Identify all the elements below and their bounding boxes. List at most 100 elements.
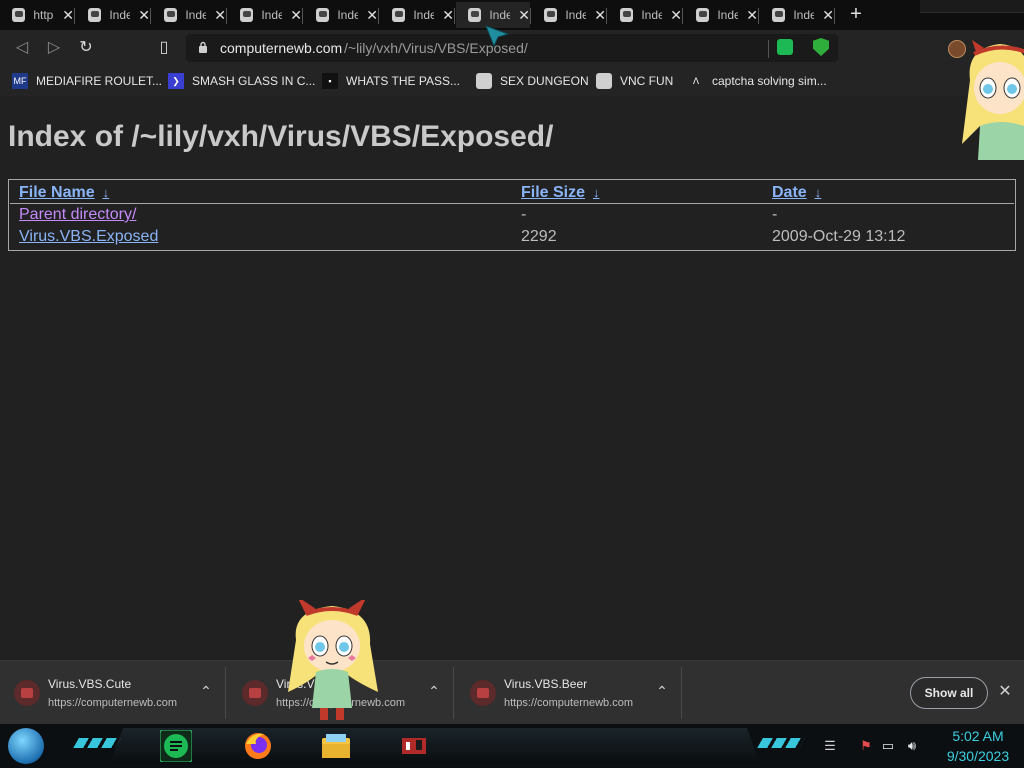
- close-icon[interactable]: ✕: [62, 7, 74, 24]
- tab-title: Inde: [793, 8, 815, 22]
- browser-tab[interactable]: Inde ✕: [76, 2, 151, 28]
- close-icon[interactable]: ✕: [214, 7, 226, 24]
- cartoon-character-sticker[interactable]: [282, 600, 382, 724]
- taskbar-glow-decoration: [757, 738, 805, 748]
- tab-title: Inde: [489, 8, 511, 22]
- bookmark-item[interactable]: Λcaptcha solving sim...: [688, 72, 827, 90]
- browser-tab[interactable]: Inde ✕: [760, 2, 835, 28]
- header-divider: [10, 203, 1014, 204]
- close-icon[interactable]: ✕: [366, 7, 378, 24]
- volume-icon[interactable]: 🔊︎: [904, 738, 920, 754]
- tab-divider: [682, 8, 683, 24]
- taskbar-glow-decoration: [73, 738, 121, 748]
- reload-icon[interactable]: ↻: [76, 38, 96, 58]
- tab-title: Inde: [565, 8, 587, 22]
- browser-tab[interactable]: Inde ✕: [380, 2, 455, 28]
- chevron-up-icon[interactable]: ⌃: [198, 683, 214, 699]
- browser-tab[interactable]: Inde ✕: [684, 2, 759, 28]
- browser-tab[interactable]: Inde ✕: [152, 2, 227, 28]
- tab-title: Inde: [641, 8, 663, 22]
- action-center-flag-icon[interactable]: ⚑: [858, 738, 874, 754]
- bookmark-icon[interactable]: ▯: [154, 38, 174, 58]
- file-explorer-taskbar-icon[interactable]: [320, 730, 352, 762]
- divider: [225, 667, 226, 719]
- tab-divider: [530, 8, 531, 24]
- file-size-cell: -: [521, 206, 527, 223]
- tab-divider: [378, 8, 379, 24]
- computer-icon: [12, 8, 26, 22]
- clock-time: 5:02 AM: [952, 728, 1004, 744]
- app-taskbar-icon[interactable]: [398, 730, 430, 762]
- tab-divider: [150, 8, 151, 24]
- close-icon[interactable]: ✕: [996, 683, 1014, 701]
- file-link-parent-directory[interactable]: Parent directory/: [19, 206, 136, 224]
- forward-icon[interactable]: ▷: [44, 38, 64, 58]
- close-icon[interactable]: ✕: [822, 7, 834, 24]
- close-icon[interactable]: ✕: [290, 7, 302, 24]
- window-caption: [920, 0, 1024, 13]
- chevron-up-icon[interactable]: ⌃: [654, 683, 670, 699]
- tab-title: Inde: [109, 8, 131, 22]
- file-icon: [242, 680, 268, 706]
- file-date-cell: 2009-Oct-29 13:12: [772, 228, 906, 245]
- computer-icon: [316, 8, 330, 22]
- spotify-taskbar-icon[interactable]: [160, 730, 192, 762]
- bookmark-item[interactable]: MF MEDIAFIRE ROULET...: [12, 72, 162, 90]
- bookmark-label: MEDIAFIRE ROULET...: [36, 74, 163, 88]
- browser-tab[interactable]: Inde ✕: [304, 2, 379, 28]
- bookmark-item[interactable]: ❯ SMASH GLASS IN C...: [168, 72, 315, 90]
- sort-arrow-icon: ↓: [814, 185, 822, 200]
- column-header-file-name[interactable]: File Name ↓: [19, 184, 109, 202]
- column-header-file-size[interactable]: File Size ↓: [521, 184, 600, 202]
- bookmark-item[interactable]: SEX DUNGEON: [476, 72, 589, 90]
- browser-tab[interactable]: http ✕: [0, 2, 75, 28]
- url-host[interactable]: computernewb.com: [220, 40, 342, 56]
- file-size-cell: 2292: [521, 228, 557, 245]
- chevron-logo-icon: ❯: [168, 73, 184, 89]
- start-orb-button[interactable]: [8, 728, 44, 764]
- bookmarks-bar: MF MEDIAFIRE ROULET... ❯ SMASH GLASS IN C..…: [0, 66, 1024, 96]
- lock-icon[interactable]: [198, 41, 208, 53]
- new-tab-button[interactable]: +: [845, 4, 867, 26]
- tab-divider: [74, 8, 75, 24]
- show-desktop-icon[interactable]: ☰: [822, 738, 838, 754]
- close-icon[interactable]: ✕: [138, 7, 150, 24]
- close-icon[interactable]: ✕: [518, 7, 530, 24]
- page-title: Index of /~lily/vxh/Virus/VBS/Exposed/: [8, 120, 554, 153]
- computer-icon: [476, 73, 492, 89]
- chevron-up-icon[interactable]: ⌃: [426, 683, 442, 699]
- file-link-virus-vbs-exposed[interactable]: Virus.VBS.Exposed: [19, 228, 158, 246]
- spotify-extension-icon[interactable]: [777, 39, 793, 55]
- show-all-button[interactable]: Show all: [910, 677, 988, 709]
- download-source: https://computernewb.com: [48, 697, 178, 709]
- browser-toolbar: ◁ ▷ ↻ ▯ computernewb.com /~lily/vxh/Viru…: [0, 30, 1024, 66]
- firefox-taskbar-icon[interactable]: [242, 730, 274, 762]
- download-item[interactable]: Virus.VBS.Beer https://computernewb.com …: [456, 661, 682, 725]
- close-icon[interactable]: ✕: [670, 7, 682, 24]
- tab-title: http: [33, 8, 54, 22]
- bookmark-item[interactable]: ▪ WHATS THE PASS...: [322, 72, 460, 90]
- extension-divider: [768, 40, 769, 58]
- file-icon: [470, 680, 496, 706]
- browser-tab[interactable]: Inde ✕: [608, 2, 683, 28]
- column-header-date[interactable]: Date ↓: [772, 184, 821, 202]
- close-icon[interactable]: ✕: [594, 7, 606, 24]
- download-item[interactable]: Virus.VBS.Cute https://computernewb.com …: [0, 661, 226, 725]
- download-file-name: Virus.VBS.Beer: [504, 677, 588, 691]
- close-icon[interactable]: ✕: [746, 7, 758, 24]
- network-icon[interactable]: ▭: [880, 738, 896, 754]
- browser-tab[interactable]: Inde ✕: [228, 2, 303, 28]
- sort-arrow-icon: ↓: [593, 185, 600, 200]
- cartoon-character-sticker-corner[interactable]: [960, 40, 1024, 160]
- close-icon[interactable]: ✕: [442, 7, 454, 24]
- computer-icon: [696, 8, 710, 22]
- bookmark-item[interactable]: VNC FUN: [596, 72, 673, 90]
- system-clock[interactable]: 5:02 AM 9/30/2023: [936, 726, 1020, 766]
- tab-divider: [454, 8, 455, 24]
- computer-icon: [596, 73, 612, 89]
- tab-strip: http ✕ Inde ✕ Inde ✕ Inde ✕ Inde ✕ Inde ✕ Inde ✕ Inde ✕…: [0, 0, 1024, 30]
- download-source: https://computernewb.com: [504, 697, 634, 709]
- browser-tab[interactable]: Inde ✕: [532, 2, 607, 28]
- tab-title: Inde: [261, 8, 283, 22]
- back-icon[interactable]: ◁: [12, 38, 32, 58]
